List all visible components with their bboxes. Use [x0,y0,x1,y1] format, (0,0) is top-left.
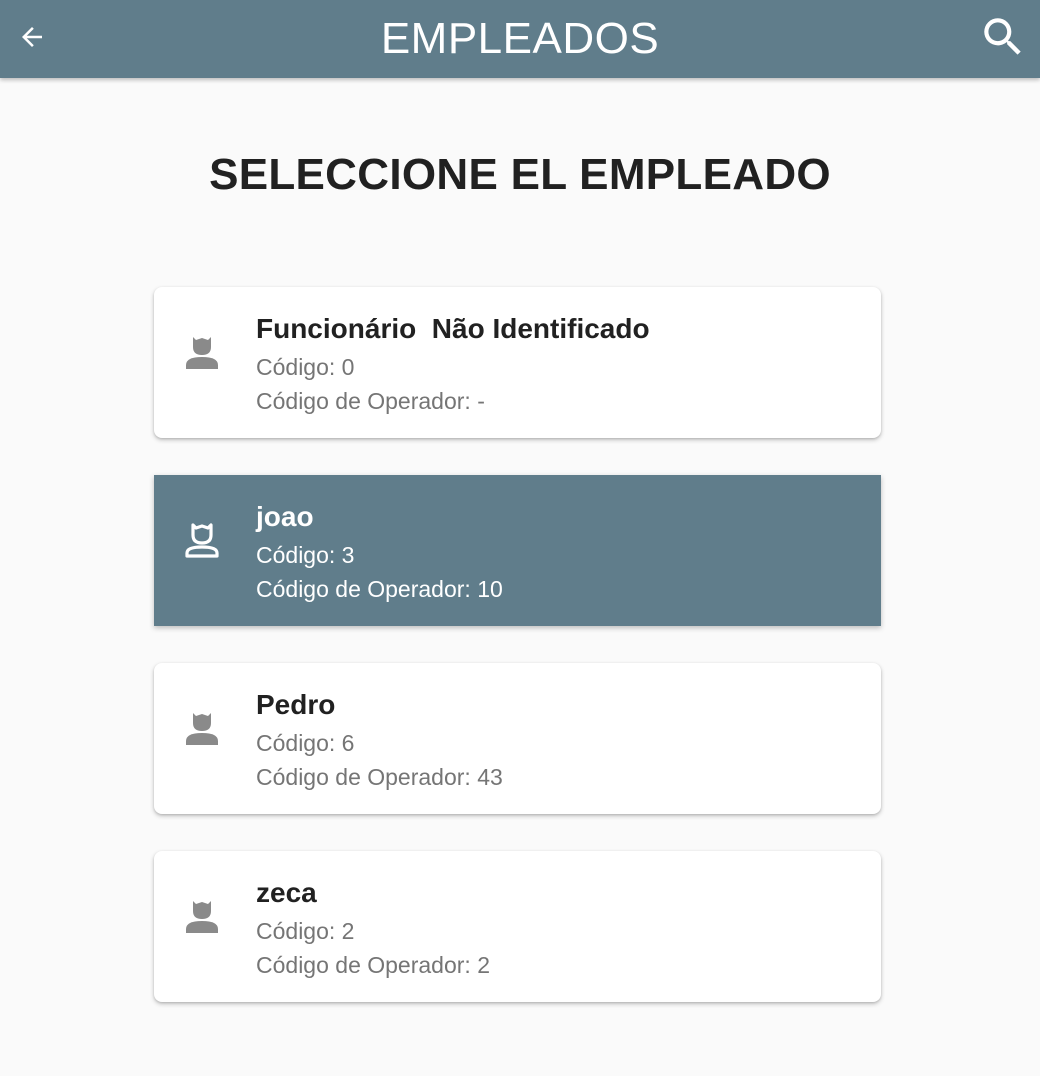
person-icon [186,713,218,745]
page-title: EMPLEADOS [380,14,660,63]
employee-code: Código: 3 [256,542,355,568]
employee-name: Funcionário Não Identificado [256,313,650,344]
operator-code: Código de Operador: 10 [256,576,503,602]
employee-card-selected[interactable]: joao Código: 3 Código de Operador: 10 [154,475,881,626]
person-icon [186,901,218,933]
employee-name: zeca [256,877,317,908]
operator-code: Código de Operador: - [256,388,485,414]
employee-list: Funcionário Não Identificado Código: 0 C… [154,287,881,1039]
app-bar: EMPLEADOS [0,0,1040,78]
employee-card[interactable]: Pedro Código: 6 Código de Operador: 43 [154,663,881,814]
person-icon [186,337,218,369]
employee-name: Pedro [256,689,336,720]
employee-code: Código: 6 [256,730,355,756]
operator-code: Código de Operador: 43 [256,764,503,790]
employee-card[interactable]: Funcionário Não Identificado Código: 0 C… [154,287,881,438]
employee-code: Código: 0 [256,354,355,380]
search-button[interactable] [976,10,1030,64]
select-employee-heading: SELECCIONE EL EMPLEADO [209,150,831,199]
operator-code: Código de Operador: 2 [256,952,490,978]
person-outline-icon [185,523,219,558]
employee-code: Código: 2 [256,918,355,944]
search-icon [984,18,1021,55]
employee-card[interactable]: zeca Código: 2 Código de Operador: 2 [154,851,881,1002]
employee-name: joao [256,501,314,532]
